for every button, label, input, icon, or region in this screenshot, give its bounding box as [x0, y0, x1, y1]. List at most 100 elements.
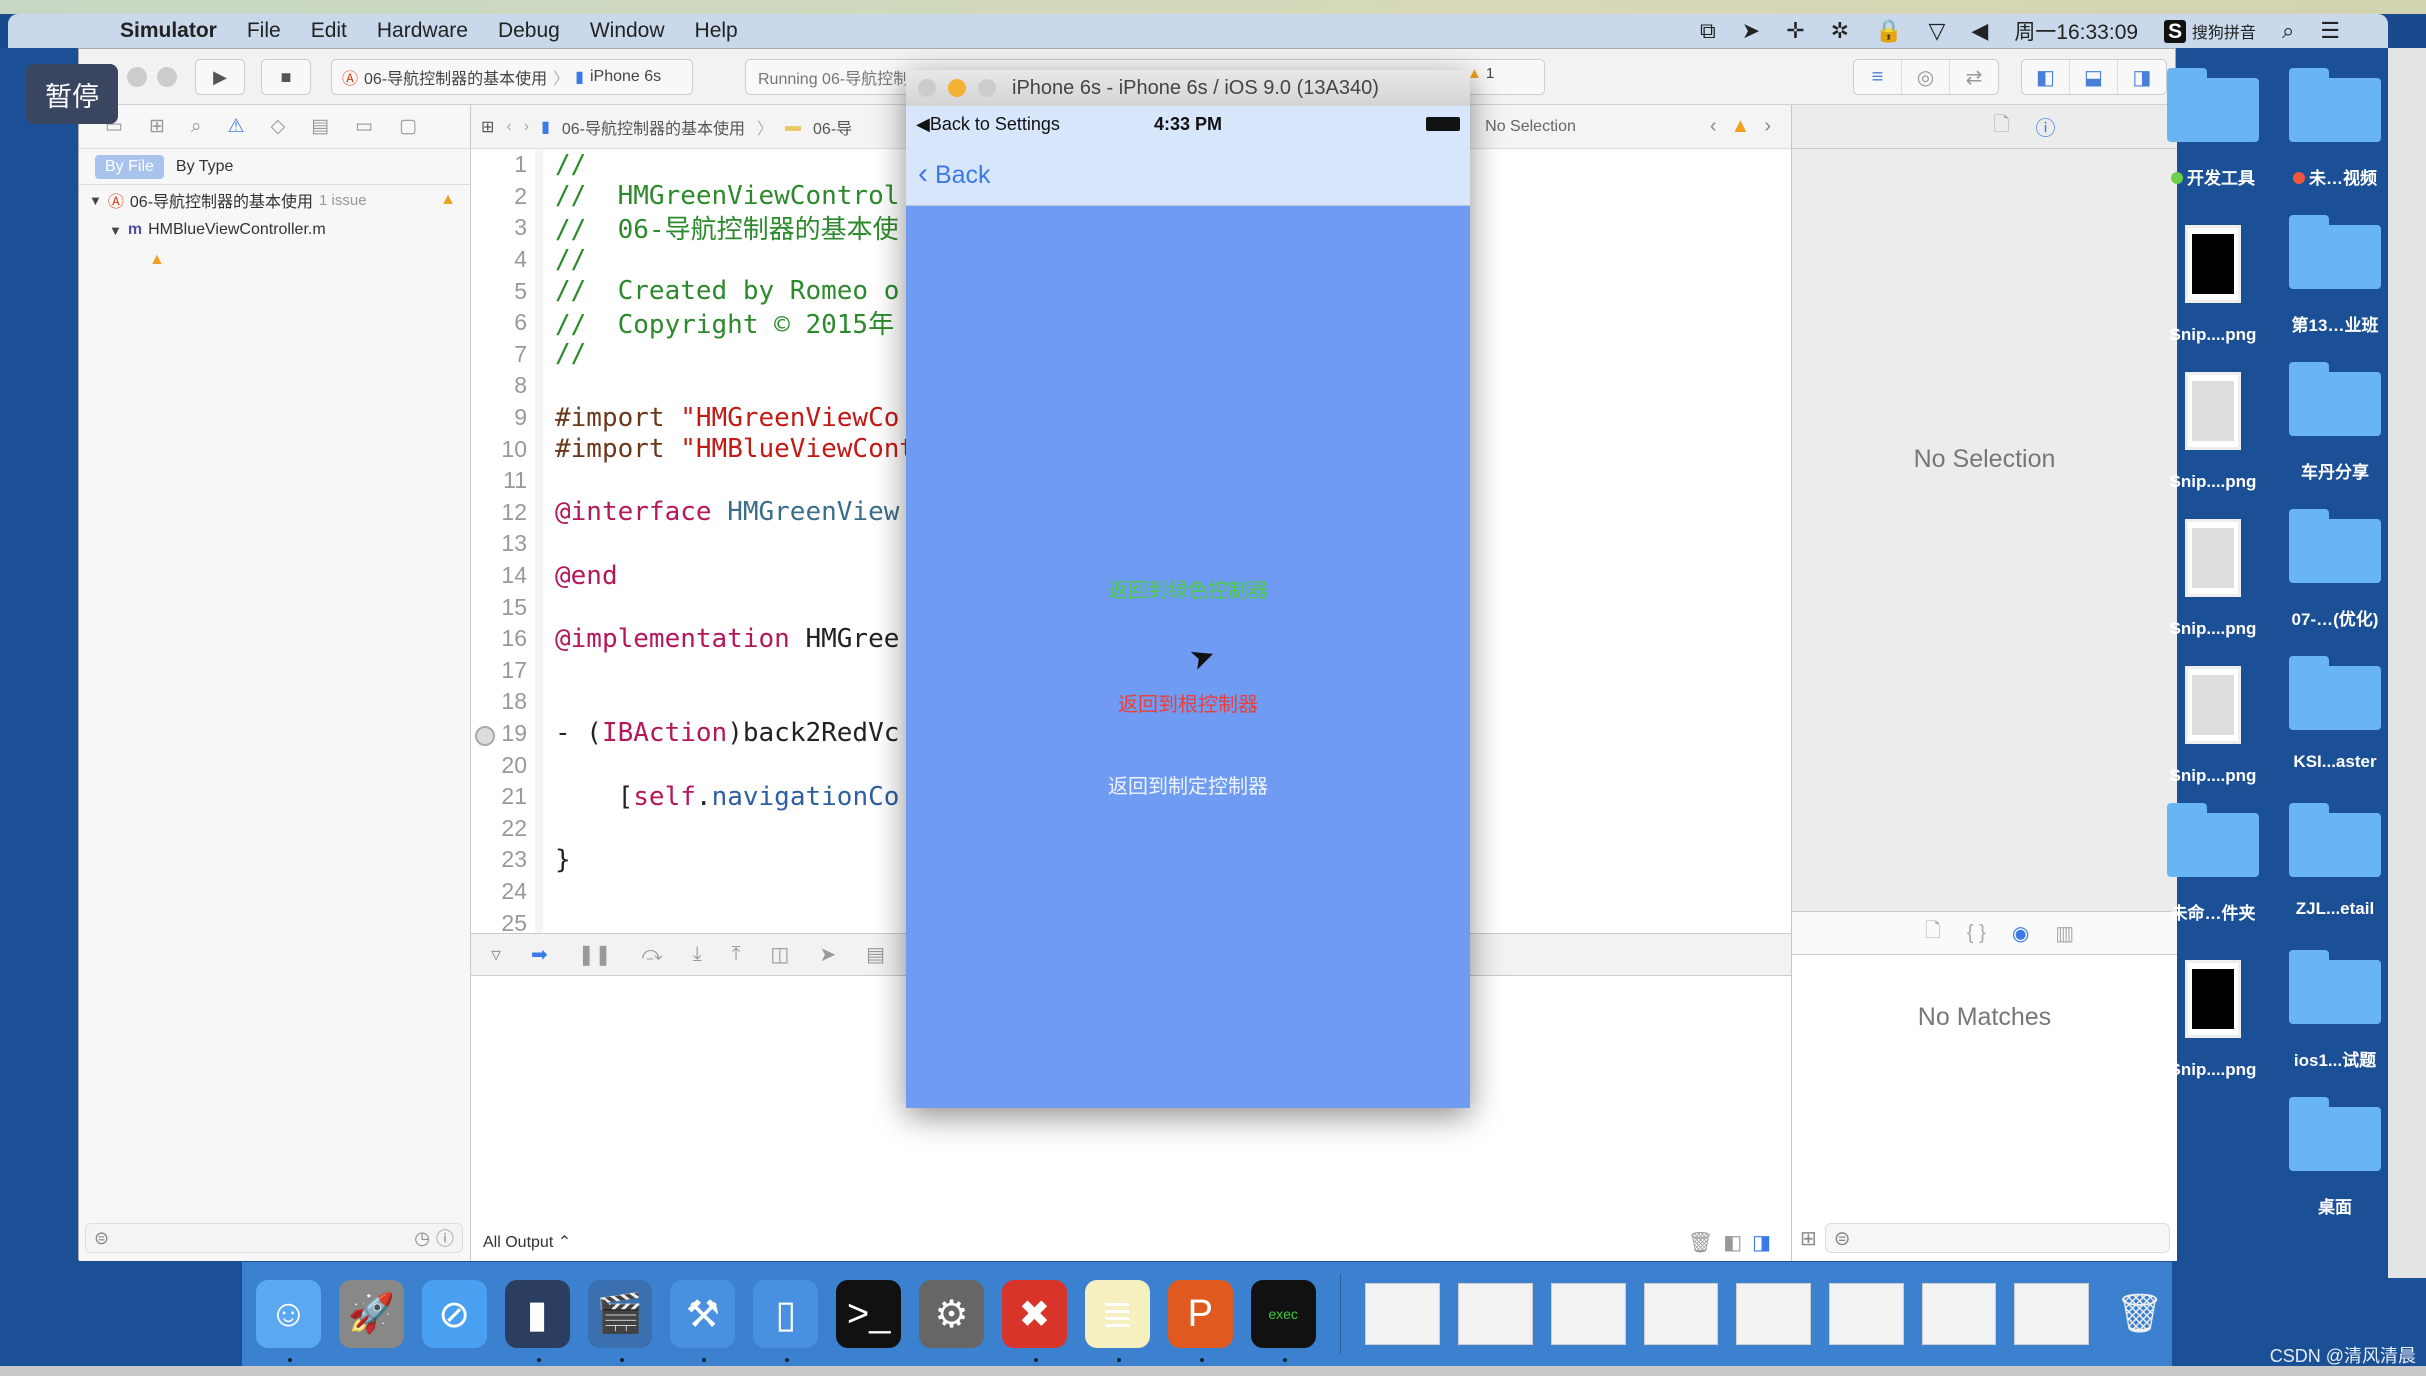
location-icon[interactable]: ➤ — [1742, 18, 1760, 44]
code-fold-gutter[interactable] — [535, 591, 543, 623]
tree-row-warning[interactable]: ▲ — [79, 245, 470, 275]
grid-view-icon[interactable]: ⊞ — [1800, 1226, 1817, 1251]
dock-finder-window-icon[interactable] — [1365, 1283, 1441, 1345]
find-navigator-icon[interactable]: ⌕ — [191, 116, 202, 138]
desktop-item[interactable]: 桌面 — [2280, 1097, 2390, 1218]
line-number[interactable]: 17 — [471, 657, 535, 684]
dock-video-window-1-icon[interactable] — [1643, 1283, 1719, 1345]
code-fold-gutter[interactable] — [535, 654, 543, 687]
line-number[interactable]: 21 — [471, 783, 535, 810]
pause-overlay[interactable]: 暂停 — [26, 64, 118, 124]
back-arrow-icon[interactable]: ‹ — [506, 118, 511, 136]
menu-app-name[interactable]: Simulator — [120, 19, 217, 43]
code-snippet-library-icon[interactable]: { } — [1967, 922, 1986, 945]
ibaction-connection-icon[interactable] — [475, 725, 495, 746]
code-fold-gutter[interactable] — [535, 559, 543, 592]
desktop-item[interactable]: Snip....png — [2158, 666, 2268, 786]
dock-mouse-icon[interactable]: ▮ — [504, 1280, 570, 1362]
menu-edit[interactable]: Edit — [311, 19, 347, 43]
code-fold-gutter[interactable] — [535, 433, 543, 465]
pause-icon[interactable]: ❚❚ — [578, 942, 612, 967]
clock[interactable]: 周一16:33:09 — [2014, 16, 2138, 46]
input-method[interactable]: S 搜狗拼音 — [2164, 19, 2256, 44]
code-fold-gutter[interactable] — [535, 306, 543, 339]
desktop-item[interactable]: Snip....png — [2158, 519, 2268, 639]
code-fold-gutter[interactable] — [535, 243, 543, 276]
tree-row-project[interactable]: ▼ Ⓐ 06-导航控制器的基本使用 1 issue ▲ — [79, 185, 470, 215]
warning-icon[interactable]: ▲ — [1731, 115, 1751, 138]
line-number[interactable]: 7 — [471, 341, 535, 368]
dock-video-player-icon[interactable]: 🎬 — [587, 1280, 653, 1362]
dock-simulator-icon[interactable]: ▯ — [753, 1280, 819, 1362]
line-number[interactable]: 8 — [471, 372, 535, 399]
line-number[interactable]: 6 — [471, 309, 535, 336]
output-filter-select[interactable]: All Output ⌃ — [483, 1232, 571, 1252]
dock-powerpoint-window-2-icon[interactable] — [1736, 1283, 1811, 1345]
dock-system-preferences-icon[interactable]: ⚙ — [919, 1280, 985, 1348]
line-number[interactable]: 15 — [471, 594, 535, 621]
next-issue-icon[interactable]: › — [1764, 115, 1771, 138]
line-number[interactable]: 4 — [471, 246, 535, 273]
dock-video-window-3-icon[interactable] — [1921, 1283, 1997, 1345]
simulator-minimize-button[interactable] — [948, 79, 966, 97]
desktop-item[interactable]: 07-…(优化) — [2280, 509, 2390, 630]
warning-badge[interactable]: ▲ 1 — [1467, 65, 1494, 82]
back-to-settings[interactable]: ◀Back to Settings — [916, 114, 1060, 135]
back-to-root-button[interactable]: 返回到根控制器 — [906, 688, 1470, 717]
line-number[interactable]: 22 — [471, 815, 535, 842]
code-fold-gutter[interactable] — [535, 907, 543, 933]
show-variables-icon[interactable]: ◧ — [1723, 1230, 1742, 1255]
dock-finder-icon[interactable]: ☺ — [256, 1280, 321, 1362]
dock-xcode-icon[interactable]: ⚒ — [670, 1280, 736, 1362]
pin-icon[interactable]: ✛ — [1786, 18, 1804, 44]
line-number[interactable]: 1 — [471, 151, 535, 178]
version-editor-icon[interactable]: ⇄ — [1950, 60, 1998, 94]
code-fold-gutter[interactable] — [535, 749, 543, 781]
disclosure-triangle-icon[interactable]: ▼ — [109, 223, 122, 238]
desktop-item[interactable]: 车丹分享 — [2280, 362, 2390, 483]
trash-icon[interactable]: 🗑 — [1688, 1230, 1713, 1255]
desktop-item[interactable]: Snip....png — [2158, 960, 2268, 1080]
line-number[interactable]: 5 — [471, 278, 535, 305]
quick-help-icon[interactable]: ⓘ — [2036, 112, 2056, 141]
dock-terminal-icon[interactable]: >_ — [836, 1280, 902, 1348]
line-number[interactable]: 2 — [471, 183, 535, 210]
line-number[interactable]: 12 — [471, 499, 535, 526]
step-out-icon[interactable]: ⤒ — [732, 943, 741, 966]
prev-issue-icon[interactable]: ‹ — [1710, 115, 1717, 138]
run-button[interactable]: ▶ — [195, 59, 245, 95]
code-fold-gutter[interactable] — [535, 812, 543, 845]
library-filter-field[interactable]: ⊜ — [1824, 1223, 2170, 1253]
breakpoints-toggle-icon[interactable]: ➡ — [531, 942, 548, 967]
menu-window[interactable]: Window — [590, 19, 665, 43]
show-console-icon[interactable]: ◨ — [1752, 1230, 1771, 1255]
tab-by-file[interactable]: By File — [95, 154, 164, 179]
desktop-item[interactable]: 第13…业班 — [2280, 215, 2390, 336]
menu-debug[interactable]: Debug — [498, 19, 560, 43]
code-fold-gutter[interactable] — [535, 875, 543, 908]
line-number[interactable]: 23 — [471, 846, 535, 873]
dock-video-window-2-icon[interactable] — [1829, 1283, 1904, 1345]
scheme-selector[interactable]: Ⓐ 06-导航控制器的基本使用 〉 ▮ iPhone 6s — [331, 59, 693, 95]
stop-button[interactable]: ■ — [261, 59, 311, 95]
dock-powerpoint-icon[interactable]: P — [1167, 1280, 1233, 1362]
wifi-icon[interactable]: ▽ — [1928, 18, 1945, 44]
desktop-item[interactable]: KSI...aster — [2280, 656, 2390, 772]
window-close-button[interactable] — [127, 67, 147, 87]
spotlight-search-icon[interactable]: ⌕ — [2282, 18, 2294, 44]
debug-navigator-icon[interactable]: ▤ — [311, 115, 329, 138]
line-number[interactable]: 10 — [471, 436, 535, 463]
back-to-specified-button[interactable]: 返回到制定控制器 — [906, 770, 1470, 799]
simulator-zoom-button[interactable] — [978, 79, 996, 97]
code-fold-gutter[interactable] — [535, 717, 543, 750]
back-to-green-button[interactable]: 返回到绿色控制器 — [906, 574, 1470, 603]
code-fold-gutter[interactable] — [535, 464, 543, 497]
report-navigator-icon[interactable]: ▢ — [399, 115, 417, 138]
standard-editor-icon[interactable]: ≡ — [1854, 60, 1902, 94]
code-fold-gutter[interactable] — [535, 780, 543, 813]
file-inspector-icon[interactable]: 🗋 — [1993, 110, 2009, 144]
line-number[interactable]: 13 — [471, 530, 535, 557]
notification-center-icon[interactable]: ☰ — [2320, 18, 2340, 44]
symbol-navigator-icon[interactable]: ⊞ — [149, 115, 165, 138]
jumpbar-no-selection[interactable]: No Selection — [1485, 118, 1576, 136]
